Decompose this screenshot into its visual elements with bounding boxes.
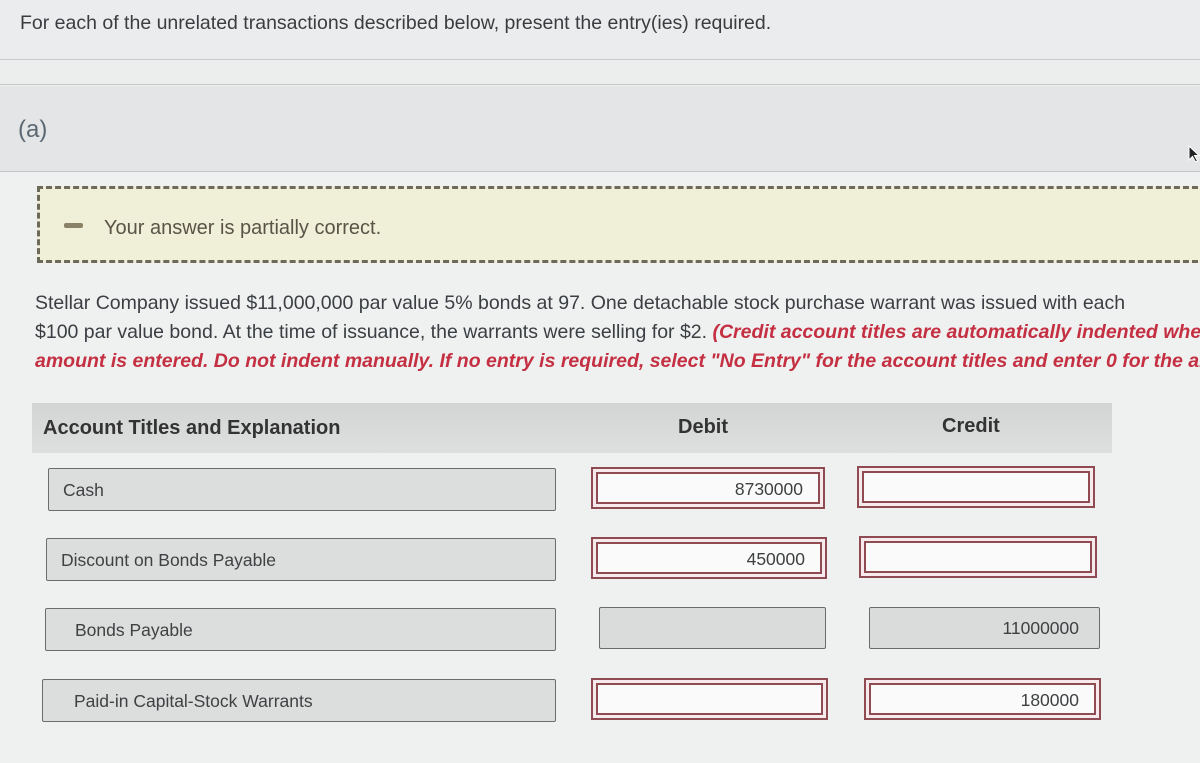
account-title-select-row-2[interactable]: Discount on Bonds Payable (46, 538, 556, 581)
account-title-select-row-1[interactable]: Cash (48, 468, 556, 511)
credit-input-row-2[interactable] (859, 536, 1097, 578)
account-title-select-row-4[interactable]: Paid-in Capital-Stock Warrants (42, 679, 556, 722)
debit-input-row-3[interactable] (599, 607, 826, 649)
part-label: (a) (18, 116, 48, 143)
journal-table-header: Account Titles and Explanation Debit Cre… (32, 403, 1112, 453)
instruction-text: For each of the unrelated transactions d… (20, 12, 772, 34)
header-account-titles: Account Titles and Explanation (43, 417, 341, 439)
credit-input-row-1[interactable] (857, 466, 1095, 508)
instruction-note-continued: amount is entered. Do not indent manuall… (35, 350, 1200, 372)
partial-correct-dash-icon (64, 223, 83, 228)
credit-input-row-4[interactable]: 180000 (864, 678, 1101, 720)
header-debit: Debit (678, 416, 728, 438)
mouse-cursor-icon (1188, 145, 1200, 163)
feedback-banner: Your answer is partially correct. (37, 186, 1200, 263)
header-credit: Credit (942, 415, 1000, 437)
debit-input-row-2[interactable]: 450000 (591, 537, 827, 579)
instruction-divider (0, 60, 1200, 85)
part-header: (a) (0, 86, 1200, 172)
instruction-note: (Credit account titles are automatically… (712, 321, 1200, 343)
credit-input-row-3[interactable]: 11000000 (869, 607, 1100, 649)
question-text: Stellar Company issued $11,000,000 par v… (35, 289, 1200, 376)
question-line-1: Stellar Company issued $11,000,000 par v… (35, 292, 1126, 314)
question-line-2: $100 par value bond. At the time of issu… (35, 318, 1200, 347)
instruction-bar: For each of the unrelated transactions d… (0, 0, 1200, 60)
page: For each of the unrelated transactions d… (0, 0, 1200, 763)
question-line-2-text: $100 par value bond. At the time of issu… (35, 321, 713, 343)
account-title-select-row-3[interactable]: Bonds Payable (45, 608, 556, 651)
debit-input-row-1[interactable]: 8730000 (591, 467, 825, 509)
debit-input-row-4[interactable] (591, 678, 828, 720)
feedback-text: Your answer is partially correct. (104, 217, 382, 239)
